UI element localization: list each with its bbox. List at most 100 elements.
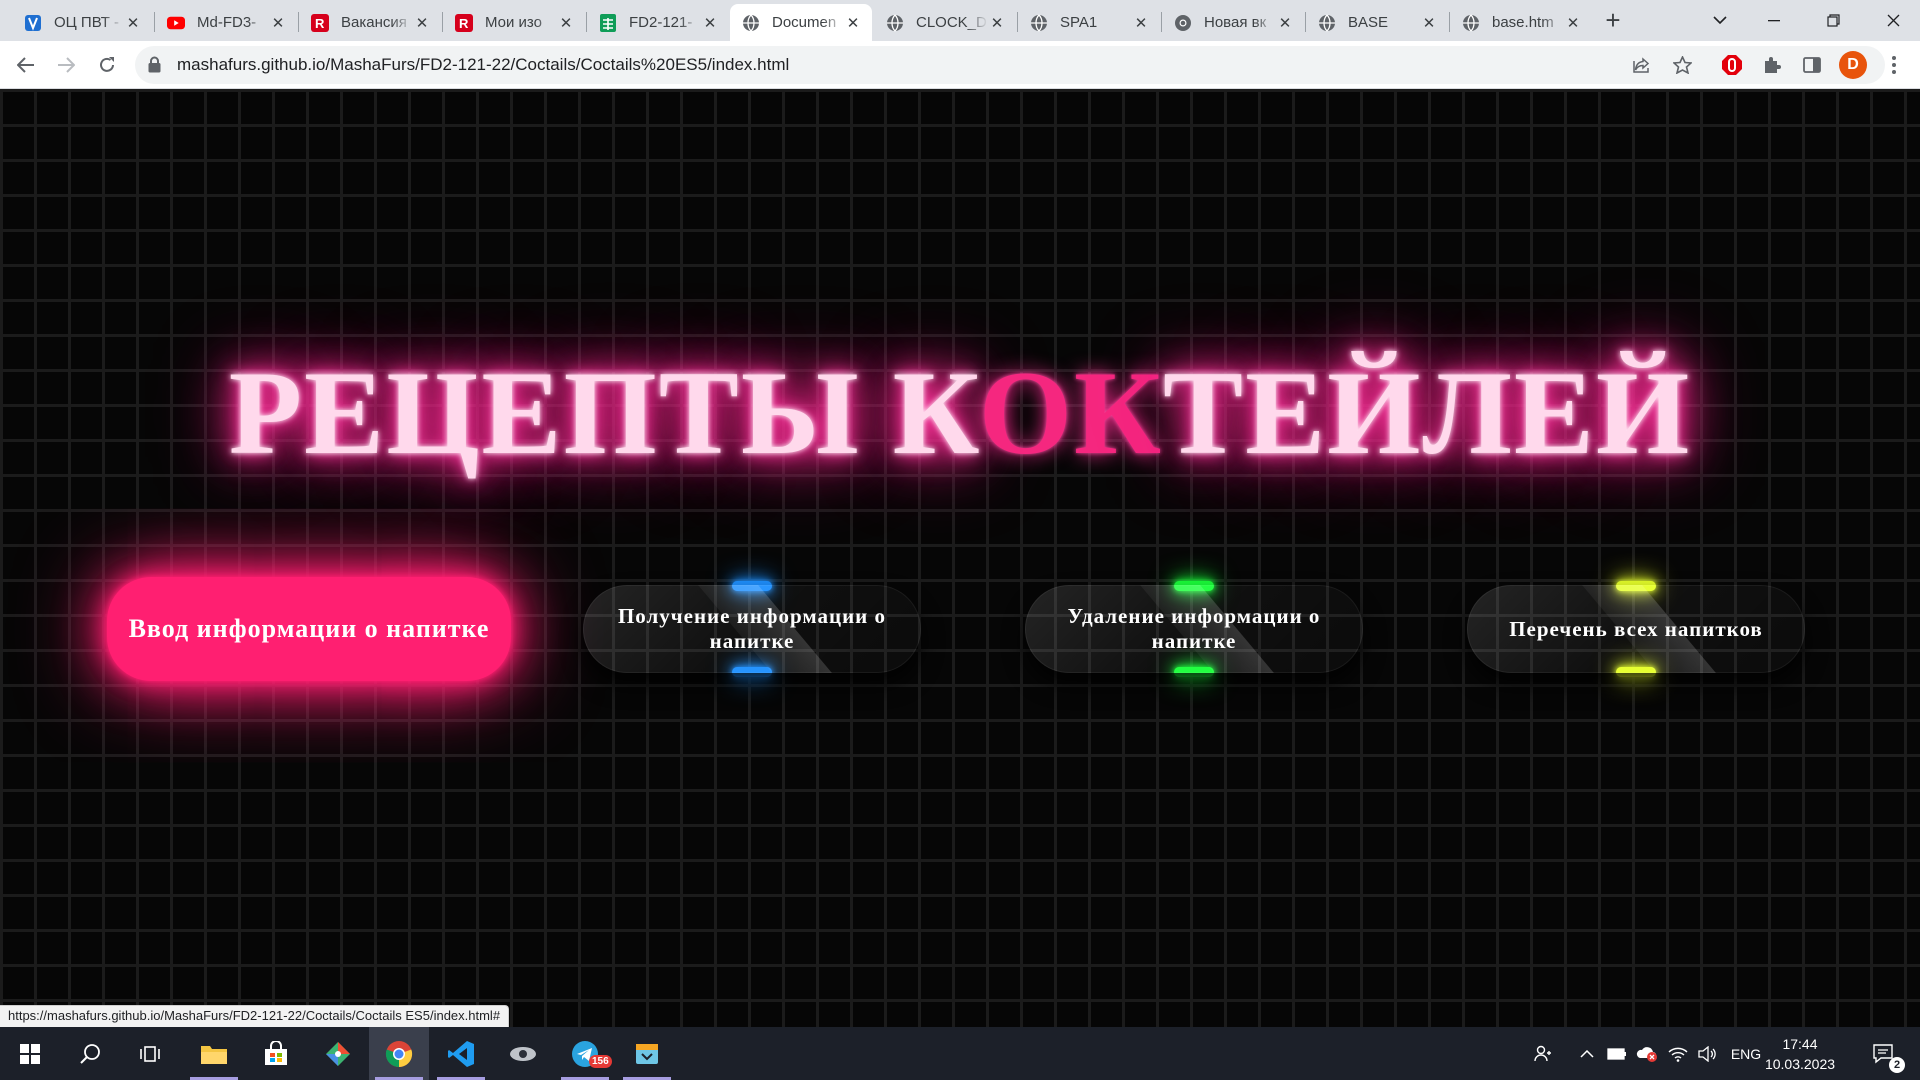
tab-9[interactable]: Новая вк ✕ <box>1162 4 1304 41</box>
tab-title: Md-FD3- <box>197 14 257 31</box>
clock-time: 17:44 <box>1782 1036 1818 1052</box>
tab-title: BASE <box>1348 14 1389 31</box>
status-bar-url: https://mashafurs.github.io/MashaFurs/FD… <box>0 1005 510 1027</box>
close-tab-icon[interactable]: ✕ <box>557 14 575 32</box>
unread-badge: 156 <box>589 1055 612 1068</box>
chrome-taskbar-icon[interactable] <box>369 1027 429 1080</box>
globe-favicon-icon <box>1318 14 1336 32</box>
list-all-drinks-button[interactable]: Перечень всех напитков <box>1467 585 1805 673</box>
close-tab-icon[interactable]: ✕ <box>701 14 719 32</box>
bookmark-star-icon[interactable] <box>1671 54 1693 76</box>
telegram-icon[interactable]: 156 <box>555 1027 615 1080</box>
extensions-puzzle-icon[interactable] <box>1760 53 1784 77</box>
notification-count-badge: 2 <box>1889 1057 1905 1073</box>
notifications-icon[interactable]: 2 <box>1862 1027 1906 1080</box>
restore-icon[interactable] <box>1810 0 1856 41</box>
tab-2[interactable]: Md-FD3- ✕ <box>155 4 297 41</box>
web-page-content: РЕЦЕПТЫ КОКТЕЙЛЕЙ Ввод информации о напи… <box>0 89 1920 1027</box>
adblock-extension-icon[interactable] <box>1720 53 1744 77</box>
tab-4[interactable]: R Мои изо ✕ <box>443 4 585 41</box>
close-tab-icon[interactable]: ✕ <box>269 14 287 32</box>
delete-drink-button[interactable]: Удаление информации о напитке <box>1025 585 1363 673</box>
tab-title: Новая вк <box>1204 14 1267 31</box>
close-tab-icon[interactable]: ✕ <box>1276 14 1294 32</box>
file-explorer-icon[interactable] <box>184 1027 244 1080</box>
clock[interactable]: 17:44 10.03.2023 <box>1755 1034 1845 1074</box>
svg-text:R: R <box>315 16 325 31</box>
microsoft-store-icon[interactable] <box>246 1027 306 1080</box>
side-panel-icon[interactable] <box>1800 53 1824 77</box>
tab-8[interactable]: SPA1 ✕ <box>1018 4 1160 41</box>
heading-part: РЕЦЕПТЫ К <box>228 346 979 479</box>
tab-search-chevron-icon[interactable] <box>1697 0 1743 41</box>
close-tab-icon[interactable]: ✕ <box>1564 14 1582 32</box>
browser-toolbar: mashafurs.github.io/MashaFurs/FD2-121-22… <box>0 41 1920 89</box>
start-windows-icon[interactable] <box>0 1027 60 1080</box>
tab-strip: ОЦ ПВТ - ✕ Md-FD3- ✕ R Вакансия ✕ R Мои … <box>0 0 1920 41</box>
svg-text:R: R <box>459 16 469 31</box>
onedrive-error-icon[interactable] <box>1633 1027 1661 1080</box>
close-tab-icon[interactable]: ✕ <box>844 14 862 32</box>
tab-title: SPA1 <box>1060 14 1098 31</box>
tab-11[interactable]: base.htm ✕ <box>1450 4 1592 41</box>
heading-part: ТЕЙЛЕЙ <box>1163 346 1692 479</box>
rabota-favicon-icon: R <box>455 13 473 32</box>
git-app-icon[interactable] <box>617 1027 677 1080</box>
wifi-icon[interactable] <box>1664 1027 1692 1080</box>
tab-title: CLOCK_D <box>916 14 987 31</box>
vscode-icon[interactable] <box>431 1027 491 1080</box>
chevron-up-icon[interactable] <box>1573 1027 1601 1080</box>
app-eye-icon[interactable] <box>493 1027 553 1080</box>
tab-active-document[interactable]: Documen ✕ <box>730 4 872 41</box>
tab-3[interactable]: R Вакансия ✕ <box>299 4 441 41</box>
profile-avatar[interactable]: D <box>1839 51 1867 79</box>
get-drink-info-button[interactable]: Получение информации о напитке <box>583 585 921 673</box>
globe-favicon-icon <box>1462 14 1480 32</box>
youtube-favicon-icon <box>167 14 185 32</box>
address-bar[interactable]: mashafurs.github.io/MashaFurs/FD2-121-22… <box>135 46 1885 84</box>
new-tab-plus-icon[interactable]: + <box>1598 6 1628 36</box>
tab-title: FD2-121- <box>629 14 693 31</box>
page-heading: РЕЦЕПТЫ КОКТЕЙЛЕЙ <box>0 344 1920 482</box>
globe-favicon-icon <box>742 14 760 32</box>
ocpvt-favicon-icon <box>24 14 42 32</box>
close-tab-icon[interactable]: ✕ <box>124 14 142 32</box>
close-tab-icon[interactable]: ✕ <box>1132 14 1150 32</box>
close-tab-icon[interactable]: ✕ <box>413 14 431 32</box>
close-tab-icon[interactable]: ✕ <box>1420 14 1438 32</box>
minimize-icon[interactable] <box>1751 0 1797 41</box>
tab-5[interactable]: FD2-121- ✕ <box>587 4 729 41</box>
reload-icon[interactable] <box>91 49 123 81</box>
button-slot-1: Ввод информации о напитке <box>107 577 511 681</box>
forward-arrow-icon[interactable] <box>50 49 82 81</box>
windows-taskbar: 156 ENG 17:44 10.03.2023 2 <box>0 1027 1920 1080</box>
url-text[interactable]: mashafurs.github.io/MashaFurs/FD2-121-22… <box>177 55 789 75</box>
task-view-icon[interactable] <box>120 1027 180 1080</box>
tab-title: base.htm <box>1492 14 1554 31</box>
button-slot-4: Перечень всех напитков <box>1467 581 1805 677</box>
git-kraken-icon[interactable] <box>308 1027 368 1080</box>
button-slot-2: Получение информации о напитке <box>583 581 921 677</box>
sheets-favicon-icon <box>599 13 617 32</box>
tab-1[interactable]: ОЦ ПВТ - ✕ <box>12 4 152 41</box>
share-icon[interactable] <box>1631 54 1653 76</box>
tab-title: Documen <box>772 14 837 31</box>
tab-10[interactable]: BASE ✕ <box>1306 4 1448 41</box>
search-icon[interactable] <box>60 1027 120 1080</box>
lock-icon[interactable] <box>148 56 161 78</box>
volume-icon[interactable] <box>1693 1027 1721 1080</box>
globe-favicon-icon <box>886 14 904 32</box>
globe-favicon-icon <box>1030 14 1048 32</box>
tab-7[interactable]: CLOCK_D ✕ <box>874 4 1016 41</box>
button-slot-3: Удаление информации о напитке <box>1025 581 1363 677</box>
people-icon[interactable] <box>1528 1027 1558 1080</box>
add-drink-button[interactable]: Ввод информации о напитке <box>107 577 511 681</box>
close-tab-icon[interactable]: ✕ <box>988 14 1006 32</box>
heading-flicker-part: ОК <box>978 346 1164 479</box>
close-window-icon[interactable] <box>1870 0 1916 41</box>
battery-icon[interactable] <box>1603 1027 1631 1080</box>
tab-title: Мои изо <box>485 14 542 31</box>
clock-date: 10.03.2023 <box>1764 1056 1836 1072</box>
back-arrow-icon[interactable] <box>10 49 42 81</box>
kebab-menu-icon[interactable] <box>1882 53 1906 77</box>
